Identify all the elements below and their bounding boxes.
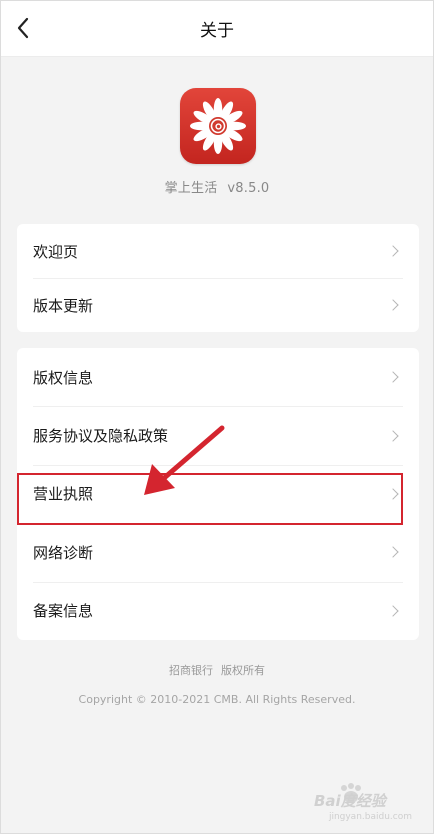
menu-item-welcome[interactable]: 欢迎页 — [17, 224, 419, 278]
app-version: v8.5.0 — [227, 181, 270, 196]
menu-item-label: 版本更新 — [33, 296, 94, 315]
chevron-right-icon — [387, 546, 399, 559]
app-logo — [180, 88, 256, 164]
menu-item-label: 网络诊断 — [33, 543, 94, 562]
chevron-right-icon — [387, 605, 399, 617]
app-name-version: 掌上生活 v8.5.0 — [0, 177, 434, 196]
footer-rights: 版权所有 — [221, 664, 265, 677]
nav-bar: 关于 — [0, 0, 434, 57]
footer-bank-name: 招商银行 — [169, 664, 213, 677]
watermark-brand: Bai度经验 — [314, 792, 386, 810]
footer-copyright: Copyright © 2010-2021 CMB. All Rights Re… — [78, 693, 356, 706]
menu-item-label: 备案信息 — [33, 602, 94, 621]
chevron-right-icon — [387, 429, 399, 442]
chevron-right-icon — [387, 371, 399, 383]
app-name: 掌上生活 — [164, 181, 218, 196]
menu-item-label: 版权信息 — [33, 368, 94, 387]
menu-item-copyright-info[interactable]: 版权信息 — [17, 348, 419, 406]
flower-logo-icon — [190, 98, 246, 154]
menu-item-label: 服务协议及隐私政策 — [33, 427, 169, 446]
menu-item-filing-info[interactable]: 备案信息 — [17, 581, 419, 640]
annotation-highlight-box — [17, 473, 403, 525]
footer-owner: 招商银行 版权所有 — [0, 662, 434, 678]
chevron-right-icon — [387, 245, 399, 257]
menu-item-label: 欢迎页 — [33, 242, 79, 261]
menu-item-network-diagnosis[interactable]: 网络诊断 — [17, 523, 419, 581]
page-title: 关于 — [200, 21, 234, 41]
menu-item-service-privacy[interactable]: 服务协议及隐私政策 — [17, 406, 419, 464]
menu-card-general: 欢迎页 版本更新 — [17, 224, 419, 332]
watermark-url: jingyan.baidu.com — [328, 812, 412, 822]
menu-item-version-update[interactable]: 版本更新 — [17, 278, 419, 332]
chevron-right-icon — [387, 299, 399, 311]
